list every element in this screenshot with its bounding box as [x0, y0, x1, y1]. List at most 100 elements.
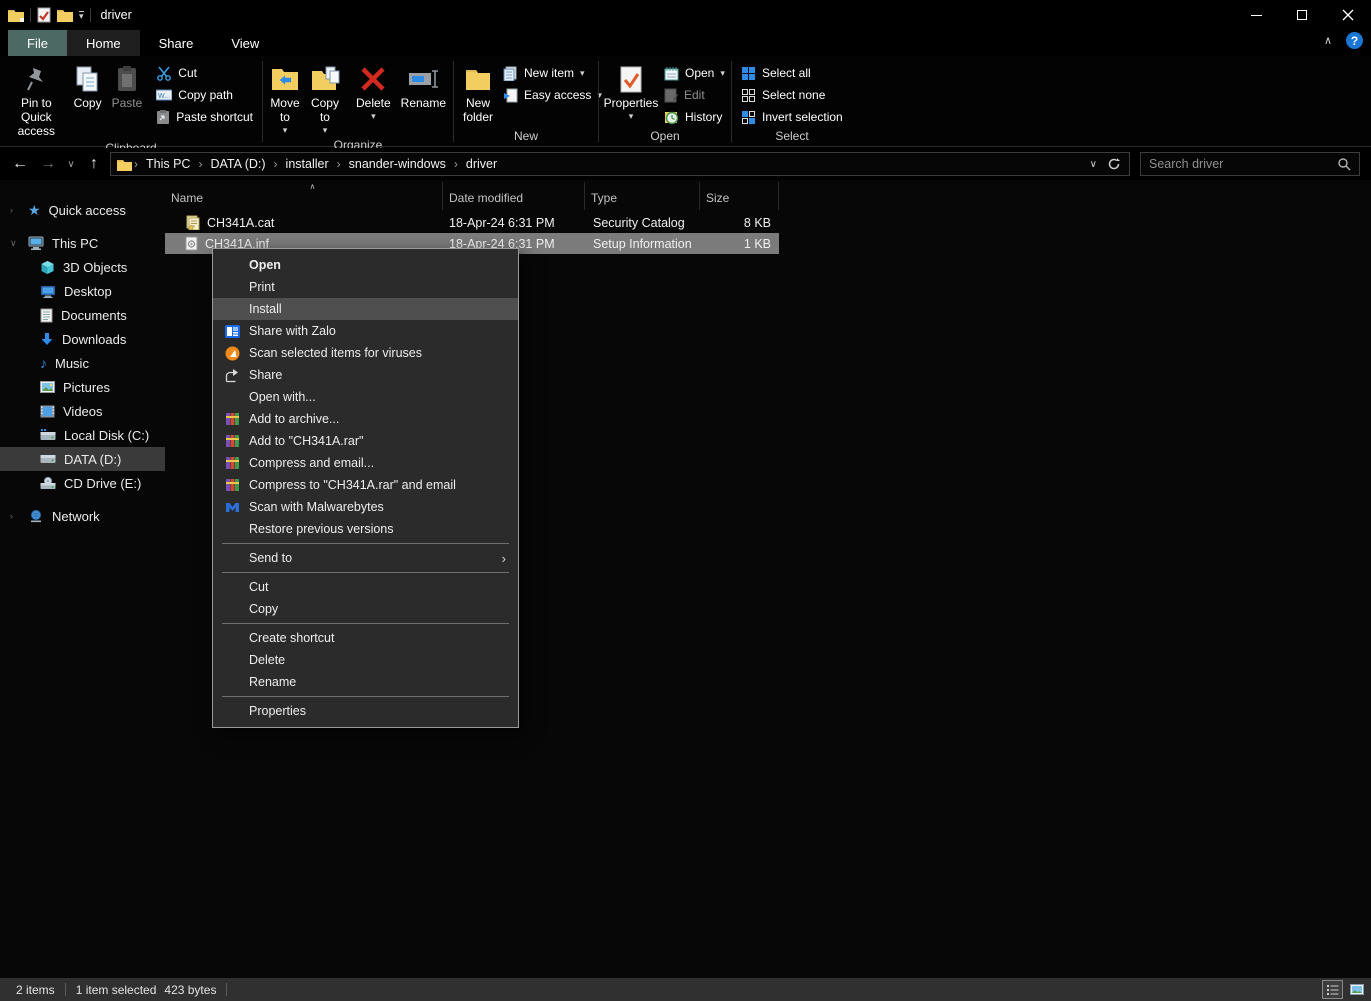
- expand-icon[interactable]: ›: [10, 205, 13, 215]
- maximize-button[interactable]: [1279, 0, 1325, 30]
- winrar-icon: [224, 477, 240, 493]
- column-type[interactable]: Type: [585, 182, 700, 210]
- menu-item-open-with[interactable]: Open with...: [213, 386, 518, 408]
- qat-customize-icon[interactable]: ▾: [79, 11, 84, 20]
- menu-item-share[interactable]: Share: [213, 364, 518, 386]
- details-view-button[interactable]: [1322, 980, 1343, 999]
- search-input[interactable]: [1141, 157, 1337, 171]
- selection-count: 1 item selected: [76, 983, 157, 997]
- select-all-button[interactable]: Select all: [736, 62, 848, 84]
- sidebar-item-quick-access[interactable]: › ★ Quick access: [0, 198, 165, 222]
- status-bar: 2 items 1 item selected 423 bytes: [0, 978, 1371, 1001]
- breadcrumb-driver[interactable]: driver: [460, 157, 503, 171]
- tab-share[interactable]: Share: [140, 30, 213, 56]
- menu-item-install[interactable]: Install: [213, 298, 518, 320]
- copy-path-button[interactable]: W... Copy path: [151, 84, 258, 106]
- qat-new-folder-icon[interactable]: [57, 8, 73, 22]
- dropdown-arrow-icon: ▾: [283, 125, 288, 135]
- back-button[interactable]: ←: [6, 155, 34, 173]
- menu-item-compress-and-email[interactable]: Compress and email...: [213, 452, 518, 474]
- sidebar-item-data-d[interactable]: DATA (D:): [0, 447, 165, 471]
- sidebar-item-videos[interactable]: Videos: [0, 399, 165, 423]
- recent-locations-icon[interactable]: ∨: [62, 159, 80, 170]
- address-dropdown-icon[interactable]: ∨: [1090, 159, 1097, 170]
- forward-button[interactable]: →: [34, 155, 62, 173]
- large-icons-view-button[interactable]: [1346, 980, 1367, 999]
- select-none-button[interactable]: Select none: [736, 84, 848, 106]
- paste-button[interactable]: Paste: [107, 59, 148, 113]
- breadcrumb-data-d[interactable]: DATA (D:): [204, 157, 271, 171]
- new-folder-button[interactable]: New folder: [458, 59, 498, 127]
- column-date-modified[interactable]: Date modified: [443, 182, 585, 210]
- menu-item-send-to[interactable]: Send to ›: [213, 547, 518, 569]
- sidebar-item-this-pc[interactable]: ∨ This PC: [0, 231, 165, 255]
- close-button[interactable]: [1325, 0, 1371, 30]
- qat-properties-icon[interactable]: [37, 7, 51, 23]
- collapse-icon[interactable]: ∨: [10, 238, 17, 249]
- divider: [30, 8, 31, 22]
- collapse-ribbon-icon[interactable]: ∧: [1324, 34, 1332, 47]
- menu-item-cut[interactable]: Cut: [213, 576, 518, 598]
- divider: [226, 983, 227, 996]
- edit-button[interactable]: Edit: [659, 84, 730, 106]
- new-item-button[interactable]: New item ▾: [498, 62, 607, 84]
- expand-icon[interactable]: ›: [10, 511, 13, 521]
- copy-button[interactable]: Copy: [69, 59, 107, 113]
- pin-to-quick-access-button[interactable]: Pin to Quick access: [4, 59, 69, 140]
- rename-button[interactable]: Rename: [396, 59, 451, 113]
- menu-item-copy[interactable]: Copy: [213, 598, 518, 620]
- easy-access-button[interactable]: Easy access ▾: [498, 84, 607, 106]
- tab-view[interactable]: View: [212, 30, 278, 56]
- sidebar-item-network[interactable]: › Network: [0, 504, 165, 528]
- sidebar-item-local-disk-c[interactable]: Local Disk (C:): [0, 423, 165, 447]
- menu-item-create-shortcut[interactable]: Create shortcut: [213, 627, 518, 649]
- move-to-button[interactable]: Move to ▾: [265, 59, 305, 137]
- search-icon[interactable]: [1337, 157, 1351, 171]
- breadcrumb-snander-windows[interactable]: snander-windows: [343, 157, 452, 171]
- file-row-ch341a-cat[interactable]: CH341A.cat 18-Apr-24 6:31 PM Security Ca…: [165, 212, 779, 233]
- menu-item-properties[interactable]: Properties: [213, 700, 518, 722]
- breadcrumb-sep-icon: ›: [452, 157, 460, 171]
- select-none-icon: [741, 88, 756, 103]
- menu-item-rename[interactable]: Rename: [213, 671, 518, 693]
- dropdown-arrow-icon: ▾: [720, 68, 725, 79]
- refresh-icon[interactable]: [1107, 157, 1121, 171]
- up-button[interactable]: ↑: [80, 155, 108, 173]
- tab-file[interactable]: File: [8, 30, 67, 56]
- details-view-icon: [1326, 984, 1339, 996]
- cut-button[interactable]: Cut: [151, 62, 258, 84]
- copy-to-button[interactable]: Copy to ▾: [305, 59, 345, 137]
- breadcrumb-installer[interactable]: installer: [280, 157, 335, 171]
- sidebar-item-pictures[interactable]: Pictures: [0, 375, 165, 399]
- menu-item-print[interactable]: Print: [213, 276, 518, 298]
- sidebar-item-desktop[interactable]: Desktop: [0, 279, 165, 303]
- menu-item-scan-for-viruses[interactable]: Scan selected items for viruses: [213, 342, 518, 364]
- menu-item-scan-with-malwarebytes[interactable]: Scan with Malwarebytes: [213, 496, 518, 518]
- menu-item-delete[interactable]: Delete: [213, 649, 518, 671]
- menu-item-open[interactable]: Open: [213, 254, 518, 276]
- sidebar-item-music[interactable]: ♪ Music: [0, 351, 165, 375]
- delete-button[interactable]: Delete ▾: [351, 59, 396, 123]
- sidebar-item-3d-objects[interactable]: 3D Objects: [0, 255, 165, 279]
- history-button[interactable]: History: [659, 106, 730, 128]
- minimize-button[interactable]: [1233, 0, 1279, 30]
- sidebar-item-downloads[interactable]: Downloads: [0, 327, 165, 351]
- menu-item-share-with-zalo[interactable]: Share with Zalo: [213, 320, 518, 342]
- column-size[interactable]: Size: [700, 182, 779, 210]
- search-box[interactable]: [1140, 152, 1360, 176]
- breadcrumb-this-pc[interactable]: This PC: [140, 157, 196, 171]
- sidebar-item-documents[interactable]: Documents: [0, 303, 165, 327]
- properties-button[interactable]: Properties ▾: [603, 59, 659, 123]
- menu-item-restore-previous-versions[interactable]: Restore previous versions: [213, 518, 518, 540]
- invert-selection-button[interactable]: Invert selection: [736, 106, 848, 128]
- menu-item-add-to-rar[interactable]: Add to "CH341A.rar": [213, 430, 518, 452]
- breadcrumb[interactable]: › This PC › DATA (D:) › installer › snan…: [110, 152, 1130, 176]
- menu-item-add-to-archive[interactable]: Add to archive...: [213, 408, 518, 430]
- sidebar-item-cd-drive-e[interactable]: CD Drive (E:): [0, 471, 165, 495]
- open-button[interactable]: Open ▾: [659, 62, 730, 84]
- help-icon[interactable]: ?: [1346, 32, 1363, 49]
- column-name[interactable]: Name ∧: [165, 182, 443, 210]
- menu-item-compress-to-rar-and-email[interactable]: Compress to "CH341A.rar" and email: [213, 474, 518, 496]
- paste-shortcut-button[interactable]: Paste shortcut: [151, 106, 258, 128]
- tab-home[interactable]: Home: [67, 30, 140, 56]
